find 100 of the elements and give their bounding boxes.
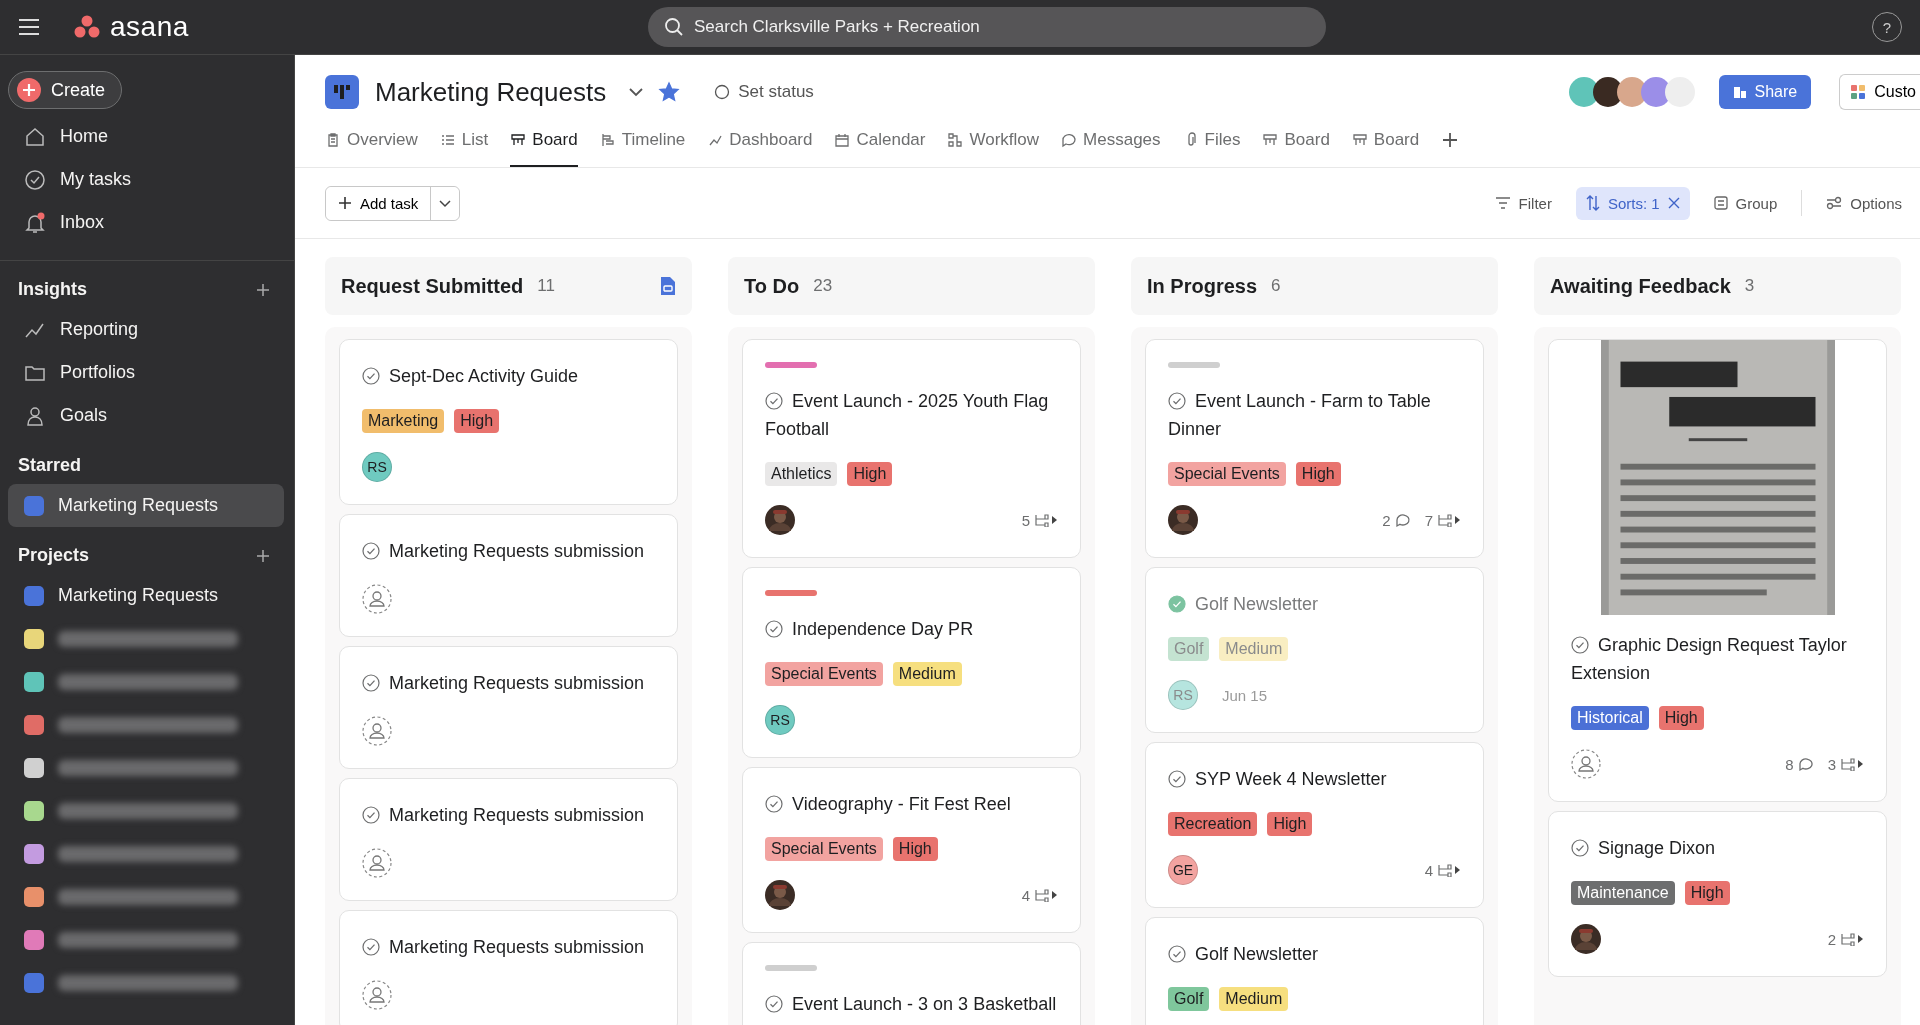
nav-item[interactable]: My tasks (8, 158, 284, 201)
check-circle-icon[interactable] (765, 620, 783, 638)
project-item[interactable]: Marketing Requests (8, 484, 284, 527)
subtask-count[interactable]: 3 (1827, 755, 1864, 773)
project-item[interactable]: Marketing Requests (8, 574, 284, 617)
comment-icon (1797, 756, 1814, 772)
add-task-button[interactable]: Add task (326, 186, 432, 220)
view-tab[interactable]: Files (1182, 113, 1241, 167)
subtask-count[interactable]: 7 (1424, 511, 1461, 529)
check-circle-icon[interactable] (1168, 595, 1186, 613)
subtask-icon (1840, 757, 1864, 771)
set-status-button[interactable]: Set status (708, 81, 820, 103)
avatar[interactable] (1168, 505, 1198, 535)
task-card[interactable]: Graphic Design Request Taylor Extension Historical High 8 3 (1548, 339, 1887, 802)
task-card[interactable]: Marketing Requests submission (339, 514, 678, 637)
logo[interactable]: asana (110, 11, 189, 43)
share-button[interactable]: Share (1718, 75, 1812, 109)
group-button[interactable]: Group (1703, 186, 1788, 220)
view-tab[interactable]: Board (510, 113, 578, 167)
task-card[interactable]: Golf Newsletter Golf Medium (1145, 917, 1484, 1025)
view-tab[interactable]: Overview (325, 113, 418, 167)
chevron-down-icon[interactable] (628, 87, 645, 97)
tag: High (892, 837, 938, 861)
comment-icon (1394, 512, 1411, 528)
check-circle-icon[interactable] (1571, 839, 1589, 857)
subtask-count[interactable]: 2 (1827, 930, 1864, 948)
nav-item[interactable]: Inbox (8, 201, 284, 244)
form-icon[interactable] (660, 276, 676, 296)
task-card[interactable]: Independence Day PR Special Events Medium RS (742, 567, 1081, 758)
avatar[interactable]: RS (362, 452, 392, 482)
task-card[interactable]: Marketing Requests submission (339, 646, 678, 769)
view-tab[interactable]: Board (1262, 113, 1330, 167)
subtask-count[interactable]: 4 (1424, 861, 1461, 879)
nav-item[interactable]: Portfolios (8, 351, 284, 394)
star-icon[interactable] (658, 81, 681, 103)
check-circle-icon[interactable] (1571, 636, 1589, 654)
plus-icon[interactable] (256, 282, 270, 297)
list-icon (439, 132, 456, 148)
task-card[interactable]: Marketing Requests submission (339, 910, 678, 1025)
task-card[interactable]: Golf Newsletter Golf Medium RS Jun 15 (1145, 567, 1484, 733)
task-card[interactable]: Event Launch - Farm to Table Dinner Special Events High 2 7 (1145, 339, 1484, 558)
close-icon[interactable] (1667, 197, 1680, 209)
search-input[interactable]: Search Clarksville Parks + Recreation (692, 16, 1310, 38)
view-tab[interactable]: Calendar (834, 113, 926, 167)
nav-item[interactable]: Reporting (8, 308, 284, 351)
filter-button[interactable]: Filter (1484, 186, 1562, 220)
unassigned-avatar-icon[interactable] (362, 980, 392, 1010)
check-circle-icon[interactable] (362, 542, 380, 560)
customize-button[interactable]: Custo (1839, 74, 1920, 110)
view-tab[interactable]: List (439, 113, 489, 167)
avatar[interactable] (765, 505, 795, 535)
avatar[interactable]: GE (1168, 855, 1198, 885)
task-card[interactable]: Videography - Fit Fest Reel Special Events High 4 (742, 767, 1081, 933)
plus-icon[interactable] (1441, 131, 1460, 149)
unassigned-avatar-icon[interactable] (1571, 749, 1601, 779)
view-tab[interactable]: Messages (1061, 113, 1161, 167)
menu-icon[interactable] (18, 18, 40, 36)
task-card[interactable]: Event Launch - 2025 Youth Flag Football Athletics High 5 (742, 339, 1081, 558)
options-button[interactable]: Options (1816, 186, 1912, 220)
view-tab[interactable]: Dashboard (707, 113, 813, 167)
create-button[interactable]: Create (8, 71, 123, 109)
check-circle-icon[interactable] (765, 995, 783, 1013)
nav-item[interactable]: Home (8, 115, 284, 158)
avatar[interactable]: RS (765, 705, 795, 735)
task-card[interactable]: Signage Dixon Maintenance High 2 (1548, 811, 1887, 977)
task-card[interactable]: Sept-Dec Activity Guide Marketing High RS (339, 339, 678, 505)
check-circle-icon[interactable] (765, 795, 783, 813)
column-count: 23 (813, 276, 833, 296)
sorts-button[interactable]: Sorts: 1 (1575, 186, 1690, 220)
sliders-icon (1826, 196, 1843, 210)
view-tab[interactable]: Board (1351, 113, 1420, 167)
check-circle-icon[interactable] (1168, 392, 1186, 410)
check-circle-icon[interactable] (1168, 945, 1186, 963)
check-circle-icon[interactable] (362, 674, 380, 692)
task-card[interactable]: SYP Week 4 Newsletter Recreation High GE 4 (1145, 742, 1484, 908)
view-tab[interactable]: Timeline (599, 113, 686, 167)
nav-item[interactable]: Goals (8, 394, 284, 437)
subtask-count[interactable]: 5 (1021, 511, 1058, 529)
plus-icon (17, 78, 41, 102)
comment-count[interactable]: 2 (1382, 511, 1411, 529)
search-field[interactable]: Search Clarksville Parks + Recreation (648, 7, 1326, 47)
check-circle-icon[interactable] (1168, 770, 1186, 788)
subtask-count[interactable]: 4 (1021, 886, 1058, 904)
plus-icon[interactable] (256, 548, 270, 563)
unassigned-avatar-icon[interactable] (362, 584, 392, 614)
unassigned-avatar-icon[interactable] (362, 716, 392, 746)
check-circle-icon[interactable] (362, 938, 380, 956)
task-card[interactable]: Event Launch - 3 on 3 Basketball (742, 942, 1081, 1025)
view-tab[interactable]: Workflow (947, 113, 1040, 167)
avatar[interactable] (1571, 924, 1601, 954)
check-circle-icon[interactable] (362, 367, 380, 385)
due-date: Jun 15 (1222, 686, 1268, 704)
avatar[interactable] (765, 880, 795, 910)
comment-count[interactable]: 8 (1785, 755, 1814, 773)
task-card[interactable]: Marketing Requests submission (339, 778, 678, 901)
person-icon (24, 404, 46, 427)
unassigned-avatar-icon[interactable] (362, 848, 392, 878)
check-circle-icon[interactable] (765, 392, 783, 410)
column-title: Request Submitted (341, 274, 524, 298)
check-circle-icon[interactable] (362, 806, 380, 824)
